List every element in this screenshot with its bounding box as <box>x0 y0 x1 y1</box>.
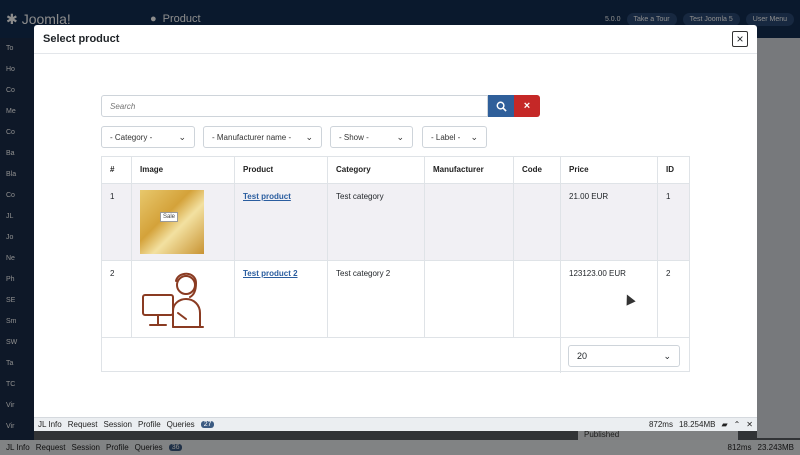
chevron-down-icon: ⌄ <box>396 131 404 142</box>
chevron-down-icon: ⌄ <box>305 131 313 142</box>
debug-info-button[interactable]: JL Info <box>38 420 62 429</box>
debug-session-tab[interactable]: Session <box>104 420 132 429</box>
sale-tag: Sale <box>160 212 179 222</box>
id-cell: 1 <box>666 192 671 201</box>
search-input[interactable] <box>101 95 488 117</box>
manufacturer-filter[interactable]: - Manufacturer name - ⌄ <box>203 126 322 148</box>
product-link[interactable]: Test product <box>243 192 291 201</box>
chevron-down-icon: ⌄ <box>470 131 478 142</box>
debug-memory: 18.254MB <box>678 420 716 429</box>
column-header[interactable]: Price <box>561 157 658 183</box>
modal-debug-bar: JL Info Request Session Profile Queries … <box>34 417 757 431</box>
price-cell: 21.00 EUR <box>561 184 658 260</box>
column-header[interactable]: Manufacturer <box>425 157 514 183</box>
manufacturer-cell <box>425 184 514 260</box>
code-cell <box>514 261 561 337</box>
modal-header: Select product × <box>34 25 757 54</box>
person-at-computer-icon[interactable] <box>140 267 206 333</box>
column-header[interactable]: # <box>102 157 132 183</box>
close-button[interactable]: × <box>732 31 748 47</box>
chevron-up-icon[interactable]: ⌃ <box>734 420 741 429</box>
table-row[interactable]: 2 Test product 2 Test category 2 123123.… <box>102 261 689 338</box>
price-cell: 123123.00 EUR <box>561 261 658 337</box>
debug-request-tab[interactable]: Request <box>68 420 98 429</box>
product-image-cell <box>132 261 235 337</box>
column-header[interactable]: Category <box>328 157 425 183</box>
label-filter[interactable]: - Label - ⌄ <box>422 126 487 148</box>
table-footer: 20 ⌄ <box>102 338 689 373</box>
column-header[interactable]: Code <box>514 157 561 183</box>
row-number: 2 <box>102 261 132 337</box>
show-filter[interactable]: - Show - ⌄ <box>330 126 413 148</box>
list-limit-select[interactable]: 20 ⌄ <box>568 345 680 367</box>
chevron-down-icon: ⌄ <box>178 131 186 142</box>
product-name-cell: Test product 2 <box>235 261 328 337</box>
debug-profile-tab[interactable]: Profile <box>138 420 161 429</box>
debug-time: 872ms <box>648 420 673 429</box>
category-cell: Test category 2 <box>328 261 425 337</box>
close-icon[interactable]: ✕ <box>746 420 753 429</box>
footer-spacer <box>102 338 561 373</box>
product-image-cell: Sale <box>132 184 235 260</box>
category-filter[interactable]: - Category - ⌄ <box>101 126 195 148</box>
select-product-modal: Select product × × - Category - ⌄ - Manu… <box>34 25 757 431</box>
search-icon <box>496 101 507 112</box>
search-bar: × <box>101 95 540 117</box>
id-cell: 2 <box>666 269 671 278</box>
product-link[interactable]: Test product 2 <box>243 269 298 278</box>
table-row[interactable]: 1 Sale Test product Test category 21.00 … <box>102 184 689 261</box>
column-header[interactable]: Product <box>235 157 328 183</box>
category-cell: Test category <box>328 184 425 260</box>
modal-body: × - Category - ⌄ - Manufacturer name - ⌄… <box>34 54 757 418</box>
modal-title: Select product <box>43 33 120 45</box>
debug-queries-tab[interactable]: Queries <box>167 420 195 429</box>
folder-icon[interactable]: ▰ <box>721 420 727 429</box>
code-cell <box>514 184 561 260</box>
chevron-down-icon: ⌄ <box>663 350 671 361</box>
column-header[interactable]: ID <box>658 157 691 183</box>
product-name-cell: Test product <box>235 184 328 260</box>
clear-search-button[interactable]: × <box>514 95 540 117</box>
search-button[interactable] <box>488 95 514 117</box>
products-table: # Image Product Category Manufacturer Co… <box>101 156 690 373</box>
queries-count-badge: 27 <box>200 421 215 428</box>
manufacturer-cell <box>425 261 514 337</box>
column-header: Image <box>132 157 235 183</box>
product-image[interactable]: Sale <box>140 190 204 254</box>
row-number: 1 <box>102 184 132 260</box>
table-header: # Image Product Category Manufacturer Co… <box>102 157 689 184</box>
